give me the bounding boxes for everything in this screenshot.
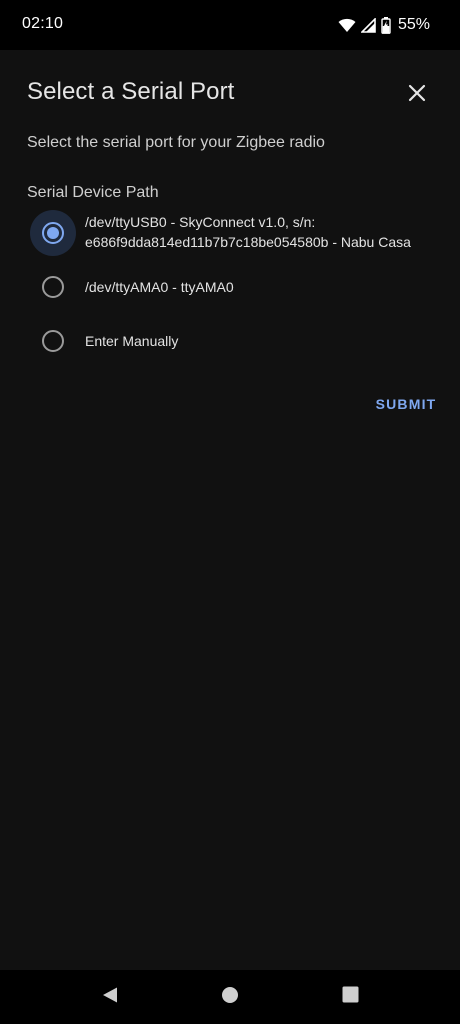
status-time: 02:10: [22, 15, 64, 32]
radio-option-enter-manually[interactable]: Enter Manually: [30, 318, 440, 364]
radio-option-label: Enter Manually: [85, 333, 179, 349]
status-icons: 55%: [338, 14, 430, 36]
cell-signal-icon: [360, 17, 376, 33]
radio-option-label: /dev/ttyUSB0 - SkyConnect v1.0, s/n: e68…: [85, 214, 411, 250]
select-serial-port-dialog: Select a Serial Port Select the serial p…: [0, 50, 460, 970]
close-icon: [408, 84, 426, 107]
battery-percent: 55%: [397, 16, 430, 33]
home-button[interactable]: [218, 985, 242, 1009]
radio-option-ttyama0[interactable]: /dev/ttyAMA0 - ttyAMA0: [30, 264, 440, 310]
radio-hit-area[interactable]: [30, 210, 76, 256]
radio-hit-area[interactable]: [30, 318, 76, 364]
wifi-icon: [338, 17, 356, 33]
dialog-title: Select a Serial Port: [27, 78, 235, 105]
dialog-description: Select the serial port for your Zigbee r…: [27, 134, 325, 151]
radio-dot: [47, 227, 59, 239]
radio-button-unchecked-icon[interactable]: [42, 276, 64, 298]
submit-button[interactable]: SUBMIT: [370, 392, 442, 416]
home-icon: [221, 986, 239, 1009]
recents-icon: [342, 986, 359, 1008]
radio-option-ttyusb0[interactable]: /dev/ttyUSB0 - SkyConnect v1.0, s/n: e68…: [30, 210, 440, 256]
radio-button-checked-icon[interactable]: [42, 222, 64, 244]
recents-button[interactable]: [338, 985, 362, 1009]
status-bar: 02:10 55%: [0, 0, 460, 50]
battery-charging-icon: [381, 16, 391, 34]
close-button[interactable]: [397, 75, 437, 115]
radio-hit-area[interactable]: [30, 264, 76, 310]
serial-device-path-label: Serial Device Path: [27, 184, 159, 201]
radio-button-unchecked-icon[interactable]: [42, 330, 64, 352]
radio-option-label: /dev/ttyAMA0 - ttyAMA0: [85, 279, 234, 295]
back-icon: [101, 986, 119, 1009]
back-button[interactable]: [98, 985, 122, 1009]
navigation-bar: [0, 970, 460, 1024]
